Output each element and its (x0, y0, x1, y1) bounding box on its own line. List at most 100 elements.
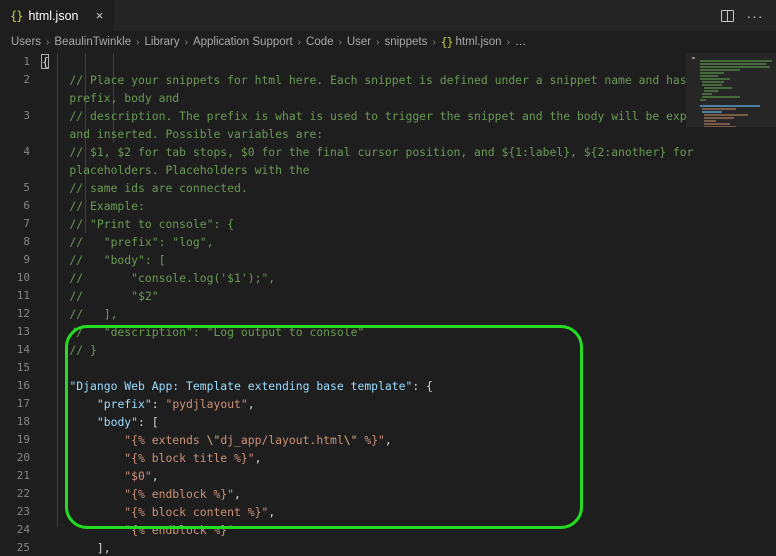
line-content[interactable]: // "Print to console": { (42, 215, 776, 233)
line-content[interactable]: "prefix": "pydjlayout", (42, 395, 776, 413)
line-content[interactable]: // Example: (42, 197, 776, 215)
line-number: 21 (16, 469, 30, 482)
breadcrumb-item-application-support[interactable]: Application Support (193, 36, 293, 48)
code-line: 1{ (0, 53, 776, 71)
line-number: 11 (16, 289, 30, 302)
json-braces-icon: {} (440, 35, 454, 49)
line-number: 20 (16, 451, 30, 464)
code-line-wrap: prefix, body and (0, 89, 776, 107)
code-line: 8 // "prefix": "log", (0, 233, 776, 251)
code-line: 3 // description. The prefix is what is … (0, 107, 776, 125)
code-line: 16 "Django Web App: Template extending b… (0, 377, 776, 395)
code-line: 7 // "Print to console": { (0, 215, 776, 233)
line-number: 13 (16, 325, 30, 338)
code-line: 25 ], (0, 539, 776, 556)
line-content[interactable]: ], (42, 539, 776, 556)
line-content[interactable]: // ], (42, 305, 776, 323)
line-number: 6 (23, 199, 30, 212)
line-content[interactable]: "{% block title %}", (42, 449, 776, 467)
breadcrumb-separator: › (136, 36, 140, 48)
line-number: 24 (16, 523, 30, 536)
tab-html-json[interactable]: {} html.json × (0, 0, 116, 31)
code-line-wrap: placeholders. Placeholders with the (0, 161, 776, 179)
line-content[interactable]: "{% block content %}", (42, 503, 776, 521)
line-content[interactable]: // "body": [ (42, 251, 776, 269)
line-content[interactable]: // Place your snippets for html here. Ea… (42, 71, 776, 89)
breadcrumb-separator: › (432, 36, 436, 48)
code-line: 5 // same ids are connected. (0, 179, 776, 197)
code-line: 19 "{% extends \"dj_app/layout.html\" %}… (0, 431, 776, 449)
line-content[interactable]: "$0", (42, 467, 776, 485)
line-content[interactable]: // } (42, 341, 776, 359)
line-content[interactable]: "body": [ (42, 413, 776, 431)
line-number: 23 (16, 505, 30, 518)
breadcrumb-item-html-json[interactable]: html.json (456, 36, 502, 48)
line-number: 14 (16, 343, 30, 356)
breadcrumb-item-user[interactable]: User (347, 36, 371, 48)
line-content[interactable]: // "prefix": "log", (42, 233, 776, 251)
line-number: 15 (16, 361, 30, 374)
tab-label: html.json (28, 8, 79, 23)
line-number: 19 (16, 433, 30, 446)
split-editor-icon[interactable] (718, 7, 736, 25)
breadcrumb-separator: › (184, 36, 188, 48)
code-line: 14 // } (0, 341, 776, 359)
line-content[interactable]: // "$2" (42, 287, 776, 305)
line-content[interactable]: // "description": "Log output to console… (42, 323, 776, 341)
more-actions-icon[interactable]: ··· (746, 7, 764, 25)
line-content[interactable]: // description. The prefix is what is us… (42, 107, 776, 125)
line-content[interactable]: "{% extends \"dj_app/layout.html\" %}", (42, 431, 776, 449)
code-lines[interactable]: 1{ 2 // Place your snippets for html her… (0, 53, 776, 556)
breadcrumb-item-snippets[interactable]: snippets (384, 36, 427, 48)
line-number: 10 (16, 271, 30, 284)
line-content[interactable]: "Django Web App: Template extending base… (42, 377, 776, 395)
line-content[interactable]: // "console.log('$1');", (42, 269, 776, 287)
code-line-wrap: and inserted. Possible variables are: (0, 125, 776, 143)
line-number: 16 (16, 379, 30, 392)
line-content[interactable]: // $1, $2 for tab stops, $0 for the fina… (42, 143, 776, 161)
json-braces-icon: {} (10, 8, 23, 23)
line-content[interactable]: placeholders. Placeholders with the (42, 161, 776, 179)
breadcrumb-separator: › (46, 36, 50, 48)
tabbar-actions: ··· (706, 0, 776, 31)
close-icon[interactable]: × (92, 9, 106, 23)
vscode-window: {} html.json × ··· Users › BeaulinTwinkl… (0, 0, 776, 556)
line-content[interactable]: "{% endblock %}" (42, 521, 776, 539)
line-number: 5 (23, 181, 30, 194)
breadcrumb-item-users[interactable]: Users (11, 36, 41, 48)
code-editor[interactable]: 1{ 2 // Place your snippets for html her… (0, 53, 776, 556)
code-line: 21 "$0", (0, 467, 776, 485)
line-number: 12 (16, 307, 30, 320)
breadcrumb-separator: › (338, 36, 342, 48)
line-number: 18 (16, 415, 30, 428)
breadcrumb-item-code[interactable]: Code (306, 36, 334, 48)
line-content[interactable]: "{% endblock %}", (42, 485, 776, 503)
breadcrumb-item-beaulintwinkle[interactable]: BeaulinTwinkle (54, 36, 131, 48)
code-line: 4 // $1, $2 for tab stops, $0 for the fi… (0, 143, 776, 161)
code-line: 20 "{% block title %}", (0, 449, 776, 467)
code-line: 11 // "$2" (0, 287, 776, 305)
line-number: 3 (23, 109, 30, 122)
code-line: 2 // Place your snippets for html here. … (0, 71, 776, 89)
line-content[interactable]: prefix, body and (42, 89, 776, 107)
breadcrumb-item-overflow[interactable]: … (515, 36, 527, 48)
line-number: 17 (16, 397, 30, 410)
line-content[interactable]: { (41, 53, 776, 71)
editor-minimap[interactable] (686, 53, 776, 127)
breadcrumb-separator: › (376, 36, 380, 48)
line-number: 2 (23, 73, 30, 86)
line-number: 25 (16, 541, 30, 554)
code-line: 17 "prefix": "pydjlayout", (0, 395, 776, 413)
editor-tabbar: {} html.json × ··· (0, 0, 776, 31)
line-content[interactable]: and inserted. Possible variables are: (42, 125, 776, 143)
code-line: 10 // "console.log('$1');", (0, 269, 776, 287)
line-content[interactable]: // same ids are connected. (42, 179, 776, 197)
line-number: 8 (23, 235, 30, 248)
line-number: 22 (16, 487, 30, 500)
line-number: 4 (23, 145, 30, 158)
line-number: 7 (23, 217, 30, 230)
code-line: 24 "{% endblock %}" (0, 521, 776, 539)
line-number: 9 (23, 253, 30, 266)
code-line: 9 // "body": [ (0, 251, 776, 269)
breadcrumb-item-library[interactable]: Library (144, 36, 179, 48)
